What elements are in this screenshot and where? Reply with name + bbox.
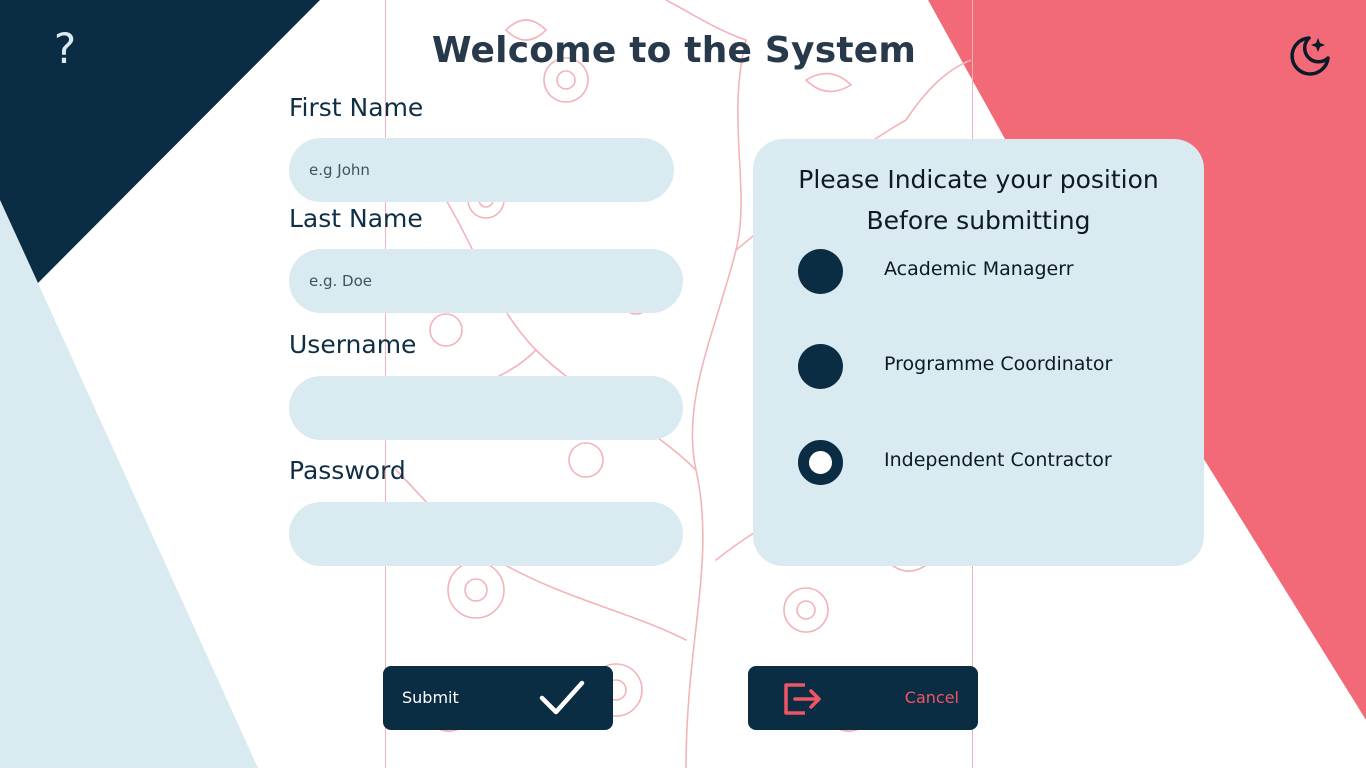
last-name-input[interactable] <box>289 249 683 313</box>
first-name-input[interactable] <box>289 138 674 202</box>
checkmark-icon <box>539 680 585 715</box>
username-label: Username <box>289 330 417 359</box>
radio-button[interactable] <box>798 249 843 294</box>
radio-button[interactable] <box>798 440 843 485</box>
first-name-label: First Name <box>289 93 424 122</box>
submit-label: Submit <box>402 688 459 707</box>
submit-button[interactable]: Submit <box>383 666 613 730</box>
light-blue-shape <box>0 200 258 768</box>
position-title-line1: Please Indicate your position <box>798 165 1159 194</box>
position-title-line2: Before submitting <box>866 206 1091 235</box>
exit-icon <box>784 683 821 715</box>
position-option-independent-contractor[interactable]: Independent Contractor <box>798 440 1178 486</box>
page-title: Welcome to the System <box>431 30 917 71</box>
position-card: Please Indicate your position Before sub… <box>753 139 1204 566</box>
position-card-title: Please Indicate your position Before sub… <box>753 159 1204 241</box>
cancel-button[interactable]: Cancel <box>748 666 978 730</box>
moon-star-icon[interactable] <box>1288 34 1332 78</box>
radio-label: Independent Contractor <box>884 449 1112 471</box>
position-option-academic-manager[interactable]: Academic Managerr <box>798 249 1178 295</box>
last-name-label: Last Name <box>289 204 423 233</box>
password-label: Password <box>289 456 406 485</box>
radio-label: Academic Managerr <box>884 258 1074 280</box>
cancel-label: Cancel <box>904 688 959 707</box>
password-input[interactable] <box>289 502 683 566</box>
username-input[interactable] <box>289 376 683 440</box>
radio-label: Programme Coordinator <box>884 353 1113 375</box>
position-option-programme-coordinator[interactable]: Programme Coordinator <box>798 344 1178 390</box>
radio-button[interactable] <box>798 344 843 389</box>
